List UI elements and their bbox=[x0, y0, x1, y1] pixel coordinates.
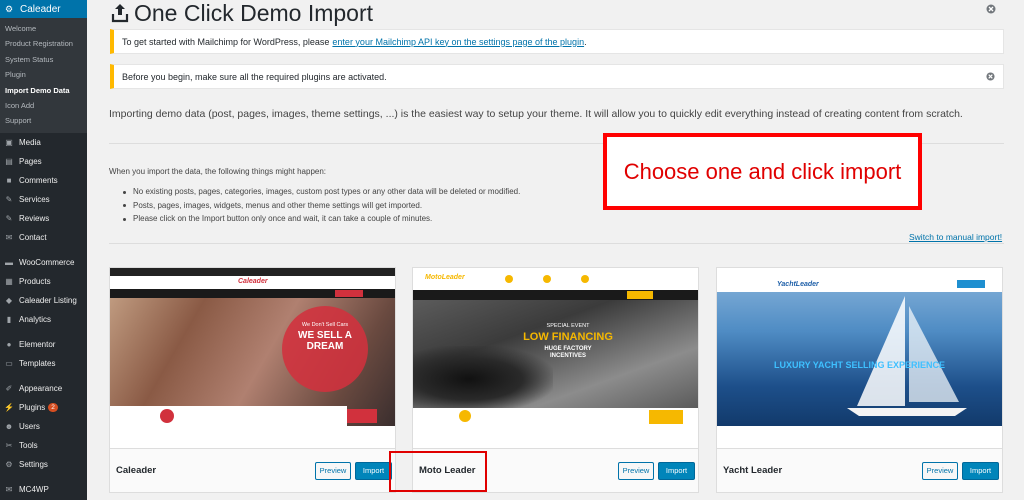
settings-icon: ⚙ bbox=[5, 459, 13, 469]
sidebar-item-caleader[interactable]: ⚙ Caleader bbox=[0, 0, 87, 18]
sidebar-item-woocommerce[interactable]: ▬ WooCommerce bbox=[0, 253, 87, 272]
submenu-support[interactable]: Support bbox=[0, 113, 87, 128]
preview-button[interactable]: Preview bbox=[315, 461, 351, 480]
submenu-product-registration[interactable]: Product Registration bbox=[0, 36, 87, 51]
sidebar-item-contact[interactable]: ✉ Contact bbox=[0, 228, 87, 247]
mail-icon: ✉ bbox=[5, 232, 13, 242]
sidebar-item-pages[interactable]: ▤ Pages bbox=[0, 152, 87, 171]
demo-card-footer: Yacht Leader Preview Import bbox=[717, 448, 1002, 492]
upload-icon bbox=[111, 4, 129, 23]
mailchimp-settings-link[interactable]: enter your Mailchimp API key on the sett… bbox=[332, 37, 584, 47]
elementor-icon: ● bbox=[6, 339, 12, 349]
sidebar-item-tools[interactable]: ✂ Tools bbox=[0, 436, 87, 455]
caleader-logo: Caleader bbox=[238, 278, 268, 285]
sidebar-item-elementor[interactable]: ● Elementor bbox=[0, 335, 87, 354]
sidebar-item-appearance[interactable]: ✐ Appearance bbox=[0, 379, 87, 398]
demo-name: Yacht Leader bbox=[723, 465, 783, 476]
sidebar-item-services[interactable]: ✎ Services bbox=[0, 190, 87, 209]
demo-card-footer: Caleader Preview Import bbox=[110, 448, 395, 492]
sidebar-item-reviews[interactable]: ✎ Reviews bbox=[0, 209, 87, 228]
list-item: No existing posts, pages, categories, im… bbox=[123, 185, 520, 199]
sidebar-item-caleader-listing[interactable]: ◆ Caleader Listing bbox=[0, 291, 87, 310]
dismiss-icon[interactable] bbox=[986, 72, 995, 81]
preview-button[interactable]: Preview bbox=[618, 461, 654, 480]
divider bbox=[109, 243, 1004, 244]
sailboat-graphic bbox=[847, 296, 967, 416]
demo-card-yacht-leader: YachtLeader LUXURY YACHT SELLING EXPERIE… bbox=[716, 267, 1003, 493]
callout-annotation: Choose one and click import bbox=[603, 133, 922, 210]
brush-icon: ✐ bbox=[5, 383, 13, 393]
submenu-system-status[interactable]: System Status bbox=[0, 52, 87, 67]
intro-text: Importing demo data (post, pages, images… bbox=[109, 108, 963, 120]
sidebar-item-settings[interactable]: ⚙ Settings bbox=[0, 455, 87, 474]
submenu-plugin[interactable]: Plugin bbox=[0, 67, 87, 82]
import-info-list: No existing posts, pages, categories, im… bbox=[123, 185, 520, 226]
plugin-icon: ⚡ bbox=[4, 402, 14, 412]
plugins-update-badge: 2 bbox=[48, 402, 58, 412]
demo-preview-image[interactable]: MotoLeader SPECIAL EVENT LOW FINANCING H… bbox=[413, 268, 698, 426]
sidebar-item-products[interactable]: ▦ Products bbox=[0, 272, 87, 291]
import-info-heading: When you import the data, the following … bbox=[109, 167, 327, 176]
switch-manual-import-link[interactable]: Switch to manual import! bbox=[909, 232, 1002, 242]
admin-sidebar: ⚙ Caleader Welcome Product Registration … bbox=[0, 0, 87, 500]
list-item: Please click on the Import button only o… bbox=[123, 212, 520, 226]
sidebar-item-users[interactable]: ☻ Users bbox=[0, 417, 87, 436]
submenu-import-demo-data[interactable]: Import Demo Data bbox=[0, 83, 87, 98]
dismiss-icon[interactable] bbox=[986, 4, 996, 14]
demo-preview-image[interactable]: Caleader We Don't Sell Cars WE SELL A DR… bbox=[110, 268, 395, 426]
import-highlight-annotation bbox=[389, 451, 487, 492]
comments-icon: ■ bbox=[6, 175, 12, 185]
sidebar-item-comments[interactable]: ■ Comments bbox=[0, 171, 87, 190]
mailchimp-notice: To get started with Mailchimp for WordPr… bbox=[110, 29, 1004, 54]
sidebar-item-analytics[interactable]: ▮ Analytics bbox=[0, 310, 87, 329]
sidebar-submenu: Welcome Product Registration System Stat… bbox=[0, 18, 87, 133]
pin-icon: ✎ bbox=[5, 213, 13, 223]
required-plugins-notice: Before you begin, make sure all the requ… bbox=[110, 64, 1004, 89]
car-icon: ◆ bbox=[5, 295, 13, 305]
pin-icon: ✎ bbox=[5, 194, 13, 204]
templates-icon: ▭ bbox=[5, 358, 13, 368]
sidebar-item-templates[interactable]: ▭ Templates bbox=[0, 354, 87, 373]
pages-icon: ▤ bbox=[5, 156, 13, 166]
tools-icon: ✂ bbox=[5, 440, 13, 450]
list-item: Posts, pages, images, widgets, menus and… bbox=[123, 199, 520, 213]
media-icon: ▣ bbox=[5, 137, 13, 147]
mail-icon: ✉ bbox=[5, 484, 13, 494]
sidebar-item-mc4wp[interactable]: ✉ MC4WP bbox=[0, 480, 87, 499]
users-icon: ☻ bbox=[4, 421, 14, 431]
submenu-welcome[interactable]: Welcome bbox=[0, 21, 87, 36]
analytics-icon: ▮ bbox=[6, 314, 12, 324]
gear-icon: ⚙ bbox=[4, 3, 14, 14]
woocommerce-icon: ▬ bbox=[5, 257, 13, 267]
import-button[interactable]: Import bbox=[355, 461, 392, 480]
sidebar-item-media[interactable]: ▣ Media bbox=[0, 133, 87, 152]
yachtleader-logo: YachtLeader bbox=[777, 281, 819, 288]
import-button[interactable]: Import bbox=[658, 461, 695, 480]
products-icon: ▦ bbox=[5, 276, 13, 286]
page-title: One Click Demo Import bbox=[111, 0, 373, 26]
sidebar-item-plugins[interactable]: ⚡ Plugins 2 bbox=[0, 398, 87, 417]
motoleader-logo: MotoLeader bbox=[425, 274, 465, 281]
submenu-icon-add[interactable]: Icon Add bbox=[0, 98, 87, 113]
preview-button[interactable]: Preview bbox=[922, 461, 958, 480]
demo-preview-image[interactable]: YachtLeader LUXURY YACHT SELLING EXPERIE… bbox=[717, 268, 1002, 426]
demo-card-caleader: Caleader We Don't Sell Cars WE SELL A DR… bbox=[109, 267, 396, 493]
demo-name: Caleader bbox=[116, 465, 157, 476]
import-button[interactable]: Import bbox=[962, 461, 999, 480]
main-content: One Click Demo Import To get started wit… bbox=[87, 0, 1024, 500]
